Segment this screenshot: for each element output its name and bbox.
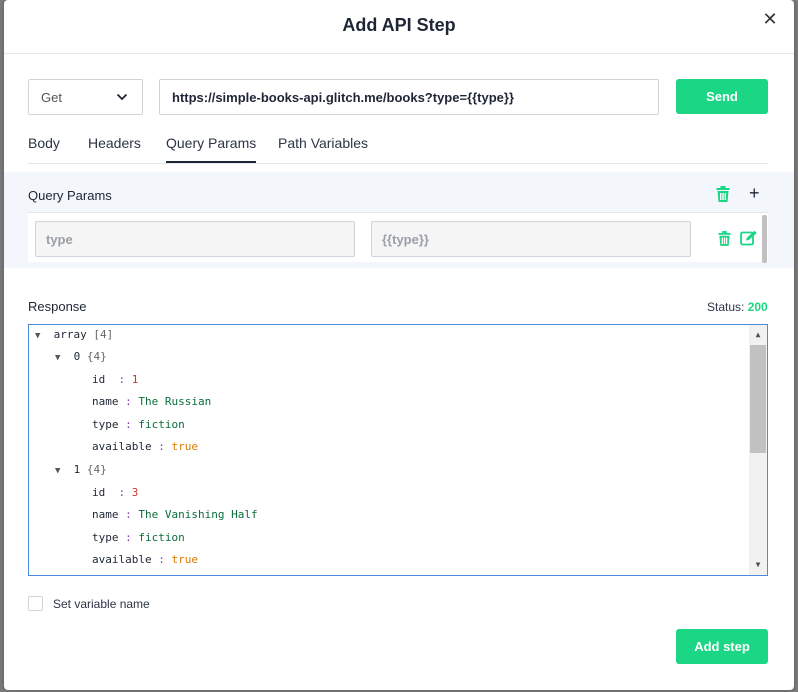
field-value: The Vanishing Half: [138, 508, 258, 521]
field-key: id: [92, 373, 106, 386]
field-sep: :: [151, 440, 172, 453]
edit-icon[interactable]: [740, 230, 758, 246]
field-sep: :: [118, 531, 139, 544]
field-key: name: [92, 508, 119, 521]
field-key: name: [92, 395, 119, 408]
close-icon[interactable]: ✕: [760, 9, 780, 29]
node-key: 1: [73, 463, 81, 476]
node-key: 0: [73, 350, 81, 363]
caret-down-icon[interactable]: ▼: [55, 350, 67, 366]
tree-node[interactable]: ▼ 0 {4}: [55, 349, 107, 365]
status-label: Status:: [707, 300, 745, 314]
tab-body[interactable]: Body: [28, 135, 60, 161]
trash-icon[interactable]: [718, 231, 731, 246]
field-value: 1: [131, 373, 139, 386]
field-sep: :: [118, 418, 139, 431]
scrollbar-thumb[interactable]: [750, 345, 766, 453]
add-param-button[interactable]: +: [749, 184, 760, 202]
response-title: Response: [28, 299, 87, 314]
response-viewer[interactable]: ▼ array [4] ▼ 0 {4} id : 1 name : The Ru…: [28, 324, 768, 576]
url-input[interactable]: [159, 79, 659, 115]
tree-node-root[interactable]: ▼ array [4]: [35, 327, 113, 343]
field-key: type: [92, 531, 119, 544]
tree-field: type : fiction: [92, 417, 185, 433]
query-param-row: [28, 212, 768, 263]
field-value: 3: [131, 486, 139, 499]
params-scrollbar[interactable]: [762, 215, 767, 263]
tab-path-variables[interactable]: Path Variables: [278, 135, 368, 161]
node-count: {4}: [86, 350, 107, 363]
field-value: fiction: [138, 418, 185, 431]
tree-field: type : fiction: [92, 530, 185, 546]
scroll-up-icon[interactable]: ▲: [753, 330, 763, 340]
trash-icon[interactable]: [716, 186, 730, 202]
query-params-title: Query Params: [28, 188, 112, 203]
field-value: fiction: [138, 531, 185, 544]
node-count: {4}: [86, 463, 107, 476]
param-key-input[interactable]: [35, 221, 355, 257]
tab-query-params[interactable]: Query Params: [166, 135, 257, 163]
tree-field: name : The Vanishing Half: [92, 507, 258, 523]
tree-node[interactable]: ▼ 1 {4}: [55, 462, 107, 478]
field-key: type: [92, 418, 119, 431]
field-sep: :: [118, 508, 139, 521]
set-variable-checkbox[interactable]: [28, 596, 43, 611]
add-step-button[interactable]: Add step: [676, 629, 768, 664]
node-key: array: [53, 328, 87, 341]
tab-headers[interactable]: Headers: [88, 135, 141, 161]
node-count: [4]: [93, 328, 114, 341]
field-value: true: [171, 440, 198, 453]
field-sep: :: [105, 373, 132, 386]
send-button[interactable]: Send: [676, 79, 768, 114]
field-sep: :: [151, 553, 172, 566]
scroll-down-icon[interactable]: ▼: [753, 560, 763, 570]
tree-field: available : true: [92, 439, 198, 455]
response-scrollbar[interactable]: ▲ ▼: [749, 325, 767, 575]
tree-field: name : The Russian: [92, 394, 211, 410]
field-key: available: [92, 440, 152, 453]
status-code: 200: [747, 300, 768, 314]
field-value: true: [171, 553, 198, 566]
status-readout: Status: 200: [707, 300, 768, 314]
field-sep: :: [118, 395, 139, 408]
tree-field: id : 3: [92, 485, 138, 501]
method-value: Get: [41, 90, 62, 105]
param-value-input[interactable]: [371, 221, 691, 257]
add-api-step-dialog: Add API Step ✕ Get Send Body Headers Que…: [4, 0, 794, 690]
caret-down-icon[interactable]: ▼: [55, 463, 67, 479]
tree-field: available : true: [92, 552, 198, 568]
field-sep: :: [105, 486, 132, 499]
request-tabs: Body Headers Query Params Path Variables: [28, 130, 768, 164]
field-value: The Russian: [138, 395, 212, 408]
field-key: available: [92, 553, 152, 566]
caret-down-icon[interactable]: ▼: [35, 328, 47, 344]
modal-title: Add API Step: [342, 15, 456, 35]
set-variable-label: Set variable name: [53, 597, 150, 611]
chevron-down-icon: [116, 93, 128, 101]
method-select[interactable]: Get: [28, 79, 143, 115]
field-key: id: [92, 486, 106, 499]
tree-field: id : 1: [92, 372, 138, 388]
query-params-section: Query Params +: [4, 172, 794, 268]
modal-header: Add API Step ✕: [4, 0, 794, 54]
